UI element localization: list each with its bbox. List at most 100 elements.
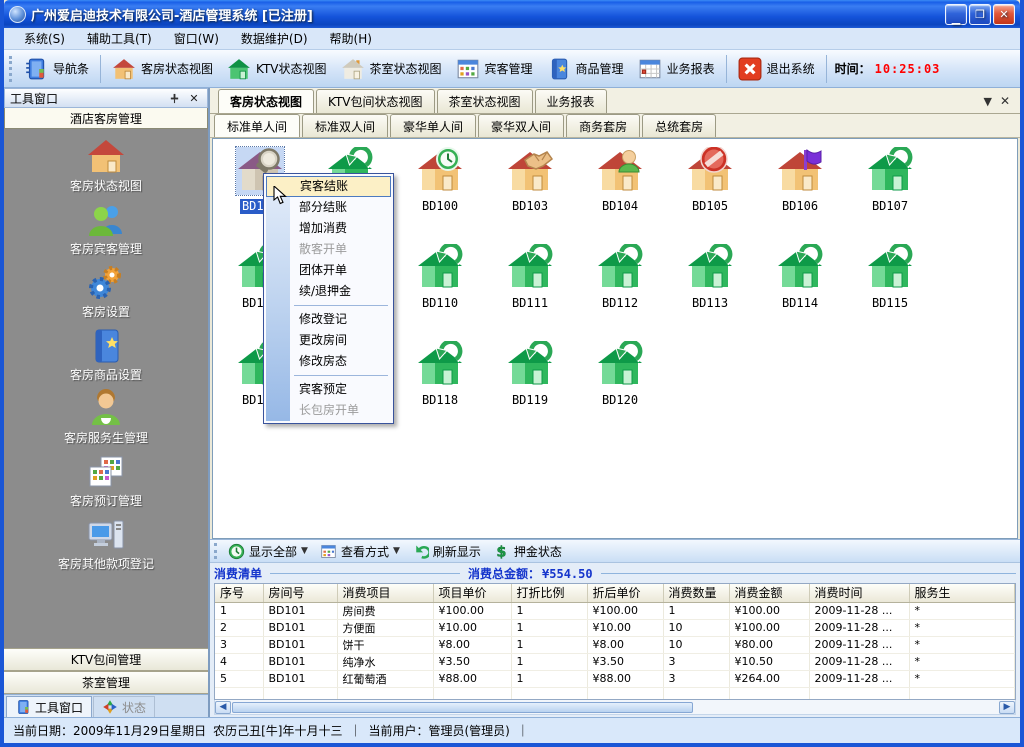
sidebar-item-5[interactable]: 客房预订管理	[4, 452, 208, 515]
menu-item-0[interactable]: 系统(S)	[14, 28, 77, 49]
toolbar-grip[interactable]	[9, 56, 12, 82]
toolbar-button-1[interactable]: 客房状态视图	[105, 54, 220, 84]
context-menu-item-9[interactable]: 修改房态	[266, 351, 391, 372]
close-button[interactable]: ✕	[993, 4, 1015, 25]
column-header-1[interactable]: 房间号	[263, 584, 337, 602]
context-menu-item-5[interactable]: 续/退押金	[266, 281, 391, 302]
toolbar-button-4[interactable]: 宾客管理	[449, 54, 540, 84]
column-header-7[interactable]: 消费金额	[729, 584, 809, 602]
context-menu-item-1[interactable]: 部分结账	[266, 197, 391, 218]
column-header-4[interactable]: 打折比例	[511, 584, 587, 602]
chevron-down-icon[interactable]: ▼	[983, 95, 991, 108]
menu-item-1[interactable]: 辅助工具(T)	[77, 28, 164, 49]
menu-item-2[interactable]: 窗口(W)	[164, 28, 231, 49]
chevron-down-icon[interactable]: ▼	[301, 546, 308, 556]
room-BD118[interactable]: BD118	[395, 337, 485, 434]
table-row-3[interactable]: 4BD101纯净水¥3.501¥3.503¥10.502009-11-28 ..…	[215, 653, 1015, 670]
room-BD106[interactable]: BD106	[755, 143, 845, 240]
column-header-8[interactable]: 消费时间	[809, 584, 909, 602]
sidebar-item-3[interactable]: 客房商品设置	[4, 326, 208, 389]
table-cell: ¥3.50	[433, 653, 511, 670]
context-menu-item-3[interactable]: 散客开单	[266, 239, 391, 260]
room-type-tab-0[interactable]: 标准单人间	[214, 114, 300, 137]
toolbar2-grip[interactable]	[214, 543, 217, 559]
table-row-0[interactable]: 1BD101房间费¥100.001¥100.001¥100.002009-11-…	[215, 602, 1015, 619]
context-menu-item-4[interactable]: 团体开单	[266, 260, 391, 281]
column-header-2[interactable]: 消费项目	[337, 584, 433, 602]
room-type-tab-1[interactable]: 标准双人间	[302, 114, 388, 137]
view-tab-2[interactable]: 茶室状态视图	[437, 89, 533, 113]
context-menu-item-2[interactable]: 增加消费	[266, 218, 391, 239]
chevron-down-icon[interactable]: ▼	[393, 546, 400, 556]
room-BD111[interactable]: BD111	[485, 240, 575, 337]
context-menu-separator	[294, 305, 388, 306]
sidebar-item-label: 客房商品设置	[70, 366, 142, 383]
sidebar-item-1[interactable]: 客房宾客管理	[4, 200, 208, 263]
menu-item-4[interactable]: 帮助(H)	[320, 28, 384, 49]
room-BD103[interactable]: BD103	[485, 143, 575, 240]
main-toolbar: 导航条客房状态视图KTV状态视图茶室状态视图宾客管理商品管理业务报表退出系统 时…	[4, 50, 1020, 88]
room-BD104[interactable]: BD104	[575, 143, 665, 240]
bottom-toolbar-button-3[interactable]: $押金状态	[487, 541, 568, 562]
table-row-1[interactable]: 2BD101方便面¥10.001¥10.0010¥100.002009-11-2…	[215, 619, 1015, 636]
bottom-toolbar-button-1[interactable]: 查看方式▼	[314, 541, 406, 562]
sidebar-section-collapsed-0[interactable]: KTV包间管理	[4, 648, 208, 671]
maximize-button[interactable]: ❒	[969, 4, 991, 25]
scroll-right-icon[interactable]: ▶	[999, 701, 1015, 714]
room-BD114[interactable]: BD114	[755, 240, 845, 337]
sidebar-bottom-tab-1[interactable]: 状态	[93, 696, 155, 717]
column-header-9[interactable]: 服务生	[909, 584, 1015, 602]
room-BD107[interactable]: BD107	[845, 143, 935, 240]
sidebar-section-hotel-rooms[interactable]: 酒店客房管理	[4, 108, 208, 129]
table-horizontal-scrollbar[interactable]: ◀ ▶	[214, 700, 1016, 715]
room-BD120[interactable]: BD120	[575, 337, 665, 434]
close-icon[interactable]: ✕	[186, 91, 202, 105]
room-type-tab-4[interactable]: 商务套房	[566, 114, 640, 137]
toolbar-button-3[interactable]: 茶室状态视图	[334, 54, 449, 84]
context-menu-item-8[interactable]: 更改房间	[266, 330, 391, 351]
view-tab-1[interactable]: KTV包间状态视图	[316, 89, 434, 113]
room-type-tab-3[interactable]: 豪华双人间	[478, 114, 564, 137]
context-menu-item-11[interactable]: 宾客预定	[266, 379, 391, 400]
column-header-0[interactable]: 序号	[215, 584, 263, 602]
minimize-button[interactable]: ▁	[945, 4, 967, 25]
sidebar-bottom-tab-0[interactable]: 工具窗口	[6, 696, 92, 717]
context-menu-item-7[interactable]: 修改登记	[266, 309, 391, 330]
column-header-6[interactable]: 消费数量	[663, 584, 729, 602]
pin-icon[interactable]	[166, 91, 182, 105]
bottom-toolbar-button-2[interactable]: 刷新显示	[406, 541, 487, 562]
menu-item-3[interactable]: 数据维护(D)	[231, 28, 320, 49]
room-BD110[interactable]: BD110	[395, 240, 485, 337]
room-type-tab-5[interactable]: 总统套房	[642, 114, 716, 137]
table-row-2[interactable]: 3BD101饼干¥8.001¥8.0010¥80.002009-11-28 ..…	[215, 636, 1015, 653]
room-BD105[interactable]: BD105	[665, 143, 755, 240]
column-header-3[interactable]: 项目单价	[433, 584, 511, 602]
view-tab-3[interactable]: 业务报表	[535, 89, 607, 113]
room-BD100[interactable]: BD100	[395, 143, 485, 240]
sidebar-section-collapsed-1[interactable]: 茶室管理	[4, 671, 208, 694]
toolbar-button-7[interactable]: 退出系统	[731, 54, 822, 84]
table-cell: ¥80.00	[729, 636, 809, 653]
column-header-5[interactable]: 折后单价	[587, 584, 663, 602]
bottom-toolbar-button-0[interactable]: 显示全部▼	[222, 541, 314, 562]
context-menu-item-0[interactable]: 宾客结账	[266, 176, 391, 197]
sidebar-item-4[interactable]: 客房服务生管理	[4, 389, 208, 452]
scrollbar-thumb[interactable]	[232, 702, 693, 713]
sidebar-item-6[interactable]: 客房其他款项登记	[4, 515, 208, 578]
toolbar-button-6[interactable]: 业务报表	[631, 54, 722, 84]
view-tab-0[interactable]: 客房状态视图	[218, 89, 314, 113]
room-type-tab-2[interactable]: 豪华单人间	[390, 114, 476, 137]
scroll-left-icon[interactable]: ◀	[215, 701, 231, 714]
sidebar-item-2[interactable]: 客房设置	[4, 263, 208, 326]
toolbar-button-0[interactable]: 导航条	[17, 54, 96, 84]
room-BD113[interactable]: BD113	[665, 240, 755, 337]
toolbar-button-2[interactable]: KTV状态视图	[220, 54, 333, 84]
room-BD112[interactable]: BD112	[575, 240, 665, 337]
room-BD119[interactable]: BD119	[485, 337, 575, 434]
toolbar-button-5[interactable]: 商品管理	[540, 54, 631, 84]
context-menu-item-12[interactable]: 长包房开单	[266, 400, 391, 421]
table-row-4[interactable]: 5BD101红葡萄酒¥88.001¥88.003¥264.002009-11-2…	[215, 670, 1015, 687]
sidebar-item-0[interactable]: 客房状态视图	[4, 137, 208, 200]
tab-close-icon[interactable]: ✕	[1000, 94, 1010, 108]
room-BD115[interactable]: BD115	[845, 240, 935, 337]
